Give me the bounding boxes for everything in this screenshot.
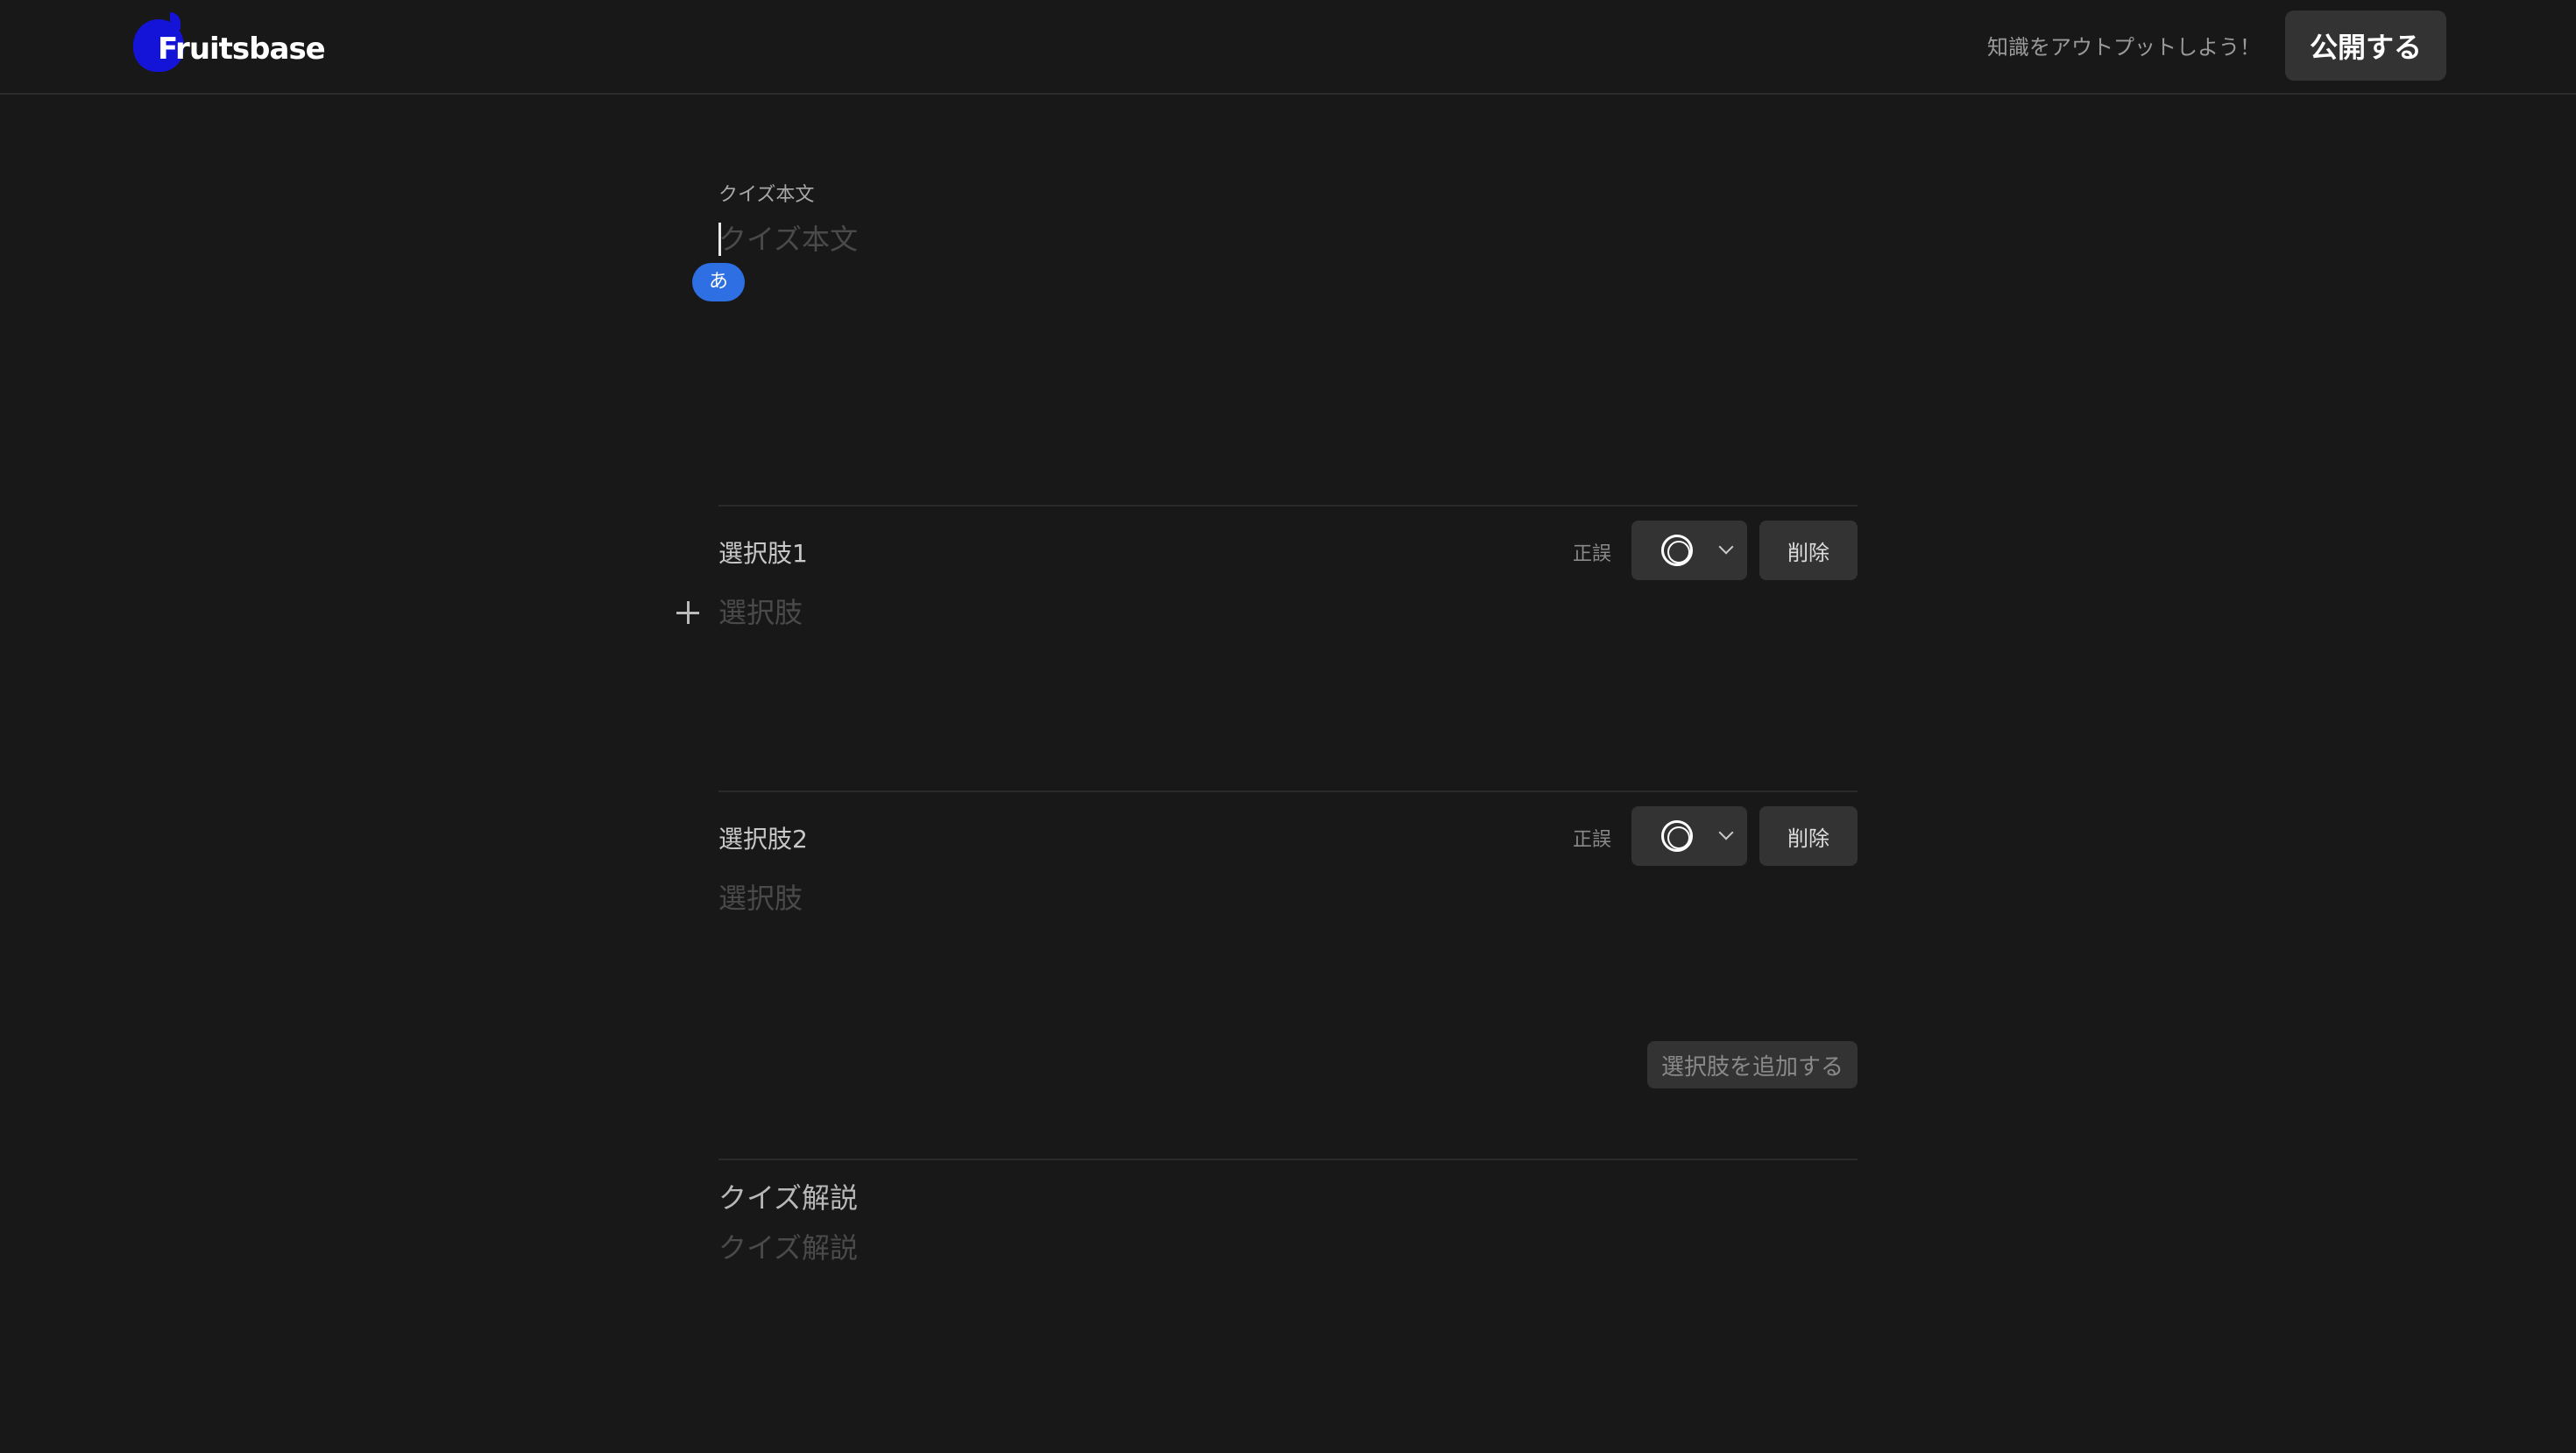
chevron-down-icon (1718, 539, 1734, 555)
app-header: Fruitsbase 知識をアウトプットしよう！ 公開する (0, 0, 2576, 95)
choice-input[interactable] (718, 878, 1858, 918)
header-tagline: 知識をアウトプットしよう！ (1987, 35, 2261, 60)
delete-choice-button[interactable]: 削除 (1759, 521, 1858, 580)
quiz-body-label: クイズ本文 (718, 184, 815, 206)
choice-label: 選択肢2 (718, 825, 808, 854)
plus-icon[interactable] (676, 601, 699, 624)
true-false-select[interactable] (1631, 521, 1747, 580)
delete-choice-button[interactable]: 削除 (1759, 806, 1858, 866)
add-choice-button[interactable]: 選択肢を追加する (1647, 1041, 1858, 1088)
choice-input[interactable] (718, 592, 1858, 633)
quiz-body-input[interactable] (718, 217, 1858, 261)
double-circle-icon (1661, 820, 1693, 852)
choice-label: 選択肢1 (718, 539, 808, 568)
true-false-label: 正誤 (1573, 543, 1612, 565)
true-false-select[interactable] (1631, 806, 1747, 866)
logo-text: Fruitsbase (158, 32, 326, 67)
double-circle-icon (1661, 535, 1693, 566)
true-false-label: 正誤 (1573, 829, 1612, 851)
divider (718, 1159, 1858, 1160)
ime-mode-indicator: あ (692, 263, 745, 301)
divider (718, 505, 1858, 507)
publish-button[interactable]: 公開する (2285, 11, 2446, 81)
text-caret (718, 223, 721, 256)
explanation-input[interactable] (718, 1227, 1858, 1269)
chevron-down-icon (1718, 825, 1734, 840)
divider (718, 790, 1858, 792)
explanation-label: クイズ解説 (718, 1181, 859, 1215)
fruitsbase-logo[interactable]: Fruitsbase (131, 12, 342, 75)
